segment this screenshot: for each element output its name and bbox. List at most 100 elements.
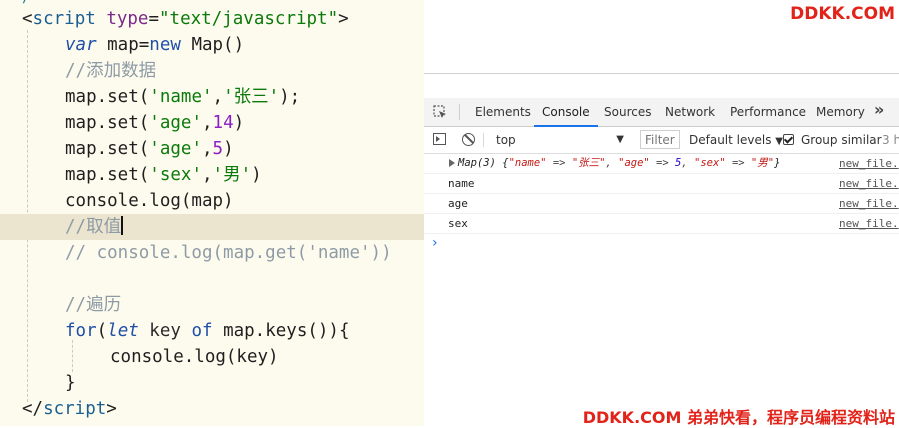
map-suffix: } <box>774 157 781 169</box>
expand-arrow-icon[interactable] <box>449 159 455 167</box>
devtools-tab-bar: Elements Console Sources Network Performance… <box>424 98 899 127</box>
code-token: 'name' <box>149 87 213 107</box>
context-value: top <box>496 133 516 147</box>
tab-console[interactable]: Console <box>534 98 598 127</box>
map-entry-key: "name" <box>508 157 547 169</box>
log-source-link[interactable]: new_file. <box>839 174 899 193</box>
code-text: map.set('age',14) <box>65 110 244 136</box>
tab-performance[interactable]: Performance <box>730 98 806 126</box>
code-token: , <box>201 113 213 133</box>
tab-network[interactable]: Network <box>665 98 715 126</box>
log-levels-label: Default levels <box>689 133 772 147</box>
code-token: map.set( <box>65 139 150 159</box>
code-line-comment-traverse[interactable]: //遍历 <box>0 292 424 318</box>
timestamp-label: 3 h <box>882 133 899 147</box>
code-token: 'age' <box>149 113 202 133</box>
code-line-set-sex[interactable]: map.set('sex','男') <box>0 162 424 188</box>
code-token: script <box>32 9 96 29</box>
log-entry[interactable]: age new_file. <box>424 194 899 214</box>
code-token: //取值 <box>65 217 122 237</box>
map-separator: , <box>681 157 695 169</box>
code-line-var-declaration[interactable]: var map=new Map() <box>0 32 424 58</box>
code-token: key <box>138 321 192 341</box>
context-selector[interactable]: top ▼ <box>490 130 628 150</box>
code-token: new <box>149 35 181 55</box>
code-token: ) <box>251 165 262 185</box>
code-line-set-age-14[interactable]: map.set('age',14) <box>0 110 424 136</box>
tab-elements[interactable]: Elements <box>475 98 531 126</box>
tab-memory[interactable]: Memory <box>816 98 865 126</box>
code-token: var <box>65 35 97 55</box>
code-line-script-close[interactable]: </script> <box>0 396 424 422</box>
code-text: map.set('sex','男') <box>65 162 262 188</box>
code-token: type <box>106 9 149 29</box>
code-line-script-open[interactable]: <script type="text/javascript"> <box>0 6 424 32</box>
code-line-for-of-keys[interactable]: for(let key of map.keys()){ <box>0 318 424 344</box>
code-token: > <box>106 399 117 419</box>
code-text: var map=new Map() <box>65 32 244 58</box>
map-entry-arrow: => <box>546 157 572 169</box>
code-token: , <box>201 139 213 159</box>
clear-console-icon[interactable] <box>462 133 475 146</box>
code-editor[interactable]: / <script type="text/javascript">var map… <box>0 0 424 426</box>
map-entry-value: "男" <box>750 157 775 169</box>
log-entry-map[interactable]: Map(3) {"name" => "张三", "age" => 5, "sex… <box>424 154 899 174</box>
map-separator: , <box>605 157 619 169</box>
code-token: map.set( <box>65 165 150 185</box>
code-text: <script type="text/javascript"> <box>22 6 349 32</box>
code-token: 14 <box>212 113 234 133</box>
log-message: age <box>448 197 468 210</box>
map-entry-key: "sex" <box>694 157 726 169</box>
log-message: name <box>448 177 475 190</box>
code-token: //添加数据 <box>65 61 157 81</box>
code-text: for(let key of map.keys()){ <box>65 318 350 344</box>
filter-input[interactable] <box>640 130 680 149</box>
inspect-element-icon[interactable] <box>433 105 447 119</box>
console-output: Map(3) {"name" => "张三", "age" => 5, "sex… <box>424 154 899 253</box>
code-line-set-age-5[interactable]: map.set('age',5) <box>0 136 424 162</box>
group-similar-label: Group similar <box>801 133 882 147</box>
code-token: ); <box>279 87 301 107</box>
log-source-link[interactable]: new_file. <box>839 194 899 213</box>
code-token: //遍历 <box>65 295 122 315</box>
code-line-set-name[interactable]: map.set('name','张三'); <box>0 84 424 110</box>
code-token: , <box>212 87 224 107</box>
code-token: map= <box>96 35 150 55</box>
code-token: '男' <box>212 165 252 185</box>
code-line-log-map[interactable]: console.log(map) <box>0 188 424 214</box>
code-token: 'age' <box>149 139 202 159</box>
console-prompt[interactable]: › <box>424 234 899 253</box>
code-token: of <box>191 321 213 341</box>
code-token: // console.log(map.get('name')) <box>65 243 392 263</box>
code-token: '张三' <box>223 87 280 107</box>
code-line-log-key[interactable]: console.log(key) <box>0 344 424 370</box>
code-token: 5 <box>212 139 224 159</box>
show-sidebar-icon[interactable] <box>433 133 446 145</box>
code-line-comment-get-value[interactable]: //取值 <box>0 214 424 240</box>
log-levels-dropdown[interactable]: Default levels ▼ <box>689 127 783 155</box>
group-similar-checkbox[interactable] <box>783 134 794 145</box>
more-tabs-icon[interactable]: » <box>874 100 884 119</box>
map-object-preview[interactable]: Map(3) {"name" => "张三", "age" => 5, "sex… <box>458 154 780 173</box>
code-text: // console.log(map.get('name')) <box>65 240 392 266</box>
code-line-comment-get-name[interactable]: // console.log(map.get('name')) <box>0 240 424 266</box>
map-entry-arrow: => <box>649 157 676 169</box>
code-token: map.set( <box>65 87 150 107</box>
code-line-close-brace[interactable]: } <box>0 370 424 396</box>
tab-separator <box>459 104 460 120</box>
map-prefix: Map(3) { <box>458 157 509 169</box>
code-line-blank[interactable] <box>0 266 424 292</box>
code-text: map.set('name','张三'); <box>65 84 300 110</box>
code-token: Map() <box>180 35 245 55</box>
log-entry[interactable]: name new_file. <box>424 174 899 194</box>
watermark-top: DDKK.COM <box>790 4 895 24</box>
code-token: </ <box>22 399 44 419</box>
code-token: 'sex' <box>149 165 202 185</box>
log-source-link[interactable]: new_file. <box>839 214 899 233</box>
code-token: map.set( <box>65 113 150 133</box>
log-source-link[interactable]: new_file. <box>839 154 899 173</box>
tab-sources[interactable]: Sources <box>604 98 651 126</box>
code-line-comment-add-data[interactable]: //添加数据 <box>0 58 424 84</box>
log-entry[interactable]: sex new_file. <box>424 214 899 234</box>
console-toolbar: top ▼ Default levels ▼ Group similar 3 h <box>424 127 899 154</box>
